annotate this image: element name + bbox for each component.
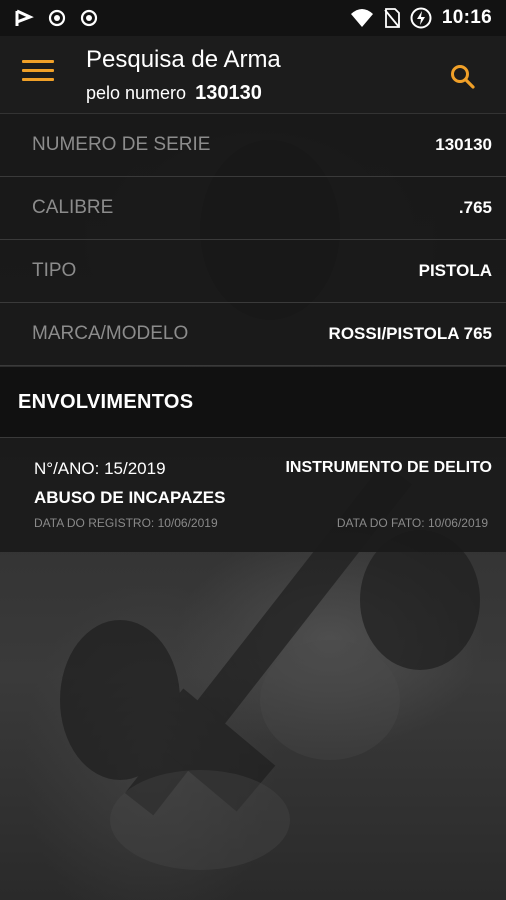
status-bar: 10:16 <box>0 0 506 36</box>
section-title: ENVOLVIMENTOS <box>18 390 194 413</box>
weapon-details: NUMERO DE SERIE 130130 CALIBRE .765 TIPO… <box>0 114 506 366</box>
detail-row-brand-model: MARCA/MODELO ROSSI/PISTOLA 765 <box>0 303 506 366</box>
record-icon <box>80 9 98 27</box>
involvement-number-year: N°/ANO: 15/2019 <box>34 459 166 478</box>
section-header: ENVOLVIMENTOS <box>0 367 506 438</box>
battery-charging-icon <box>410 7 432 29</box>
detail-row-caliber: CALIBRE .765 <box>0 177 506 240</box>
involvement-fact-date: DATA DO FATO: 10/06/2019 <box>336 516 488 530</box>
detail-label: TIPO <box>32 260 77 281</box>
no-sim-icon <box>384 8 400 28</box>
detail-value: ROSSI/PISTOLA 765 <box>328 324 492 343</box>
page-subtitle: pelo numero 130130 <box>86 82 262 105</box>
hamburger-menu-icon[interactable] <box>22 60 54 90</box>
subtitle-number: 130130 <box>195 82 262 104</box>
record-icon <box>48 9 66 27</box>
page-title: Pesquisa de Arma <box>86 46 281 73</box>
detail-row-type: TIPO PISTOLA <box>0 240 506 303</box>
involvement-card[interactable]: N°/ANO: 15/2019 INSTRUMENTO DE DELITO AB… <box>0 438 506 552</box>
subtitle-prefix: pelo numero <box>86 83 187 103</box>
involvement-crime: ABUSO DE INCAPAZES <box>34 488 226 507</box>
detail-row-serial: NUMERO DE SERIE 130130 <box>0 114 506 177</box>
search-icon[interactable] <box>448 62 478 92</box>
detail-label: CALIBRE <box>32 197 114 218</box>
involvement-category: INSTRUMENTO DE DELITO <box>285 459 492 476</box>
detail-value: PISTOLA <box>418 261 492 280</box>
status-time: 10:16 <box>441 7 492 28</box>
involvement-registry-date: DATA DO REGISTRO: 10/06/2019 <box>34 516 218 530</box>
detail-label: NUMERO DE SERIE <box>32 134 211 155</box>
flag-icon <box>15 9 34 26</box>
app-bar: Pesquisa de Arma pelo numero 130130 <box>0 36 506 114</box>
detail-value: 130130 <box>435 135 492 154</box>
detail-value: .765 <box>458 198 492 217</box>
wifi-icon <box>350 9 373 27</box>
detail-label: MARCA/MODELO <box>32 323 189 344</box>
